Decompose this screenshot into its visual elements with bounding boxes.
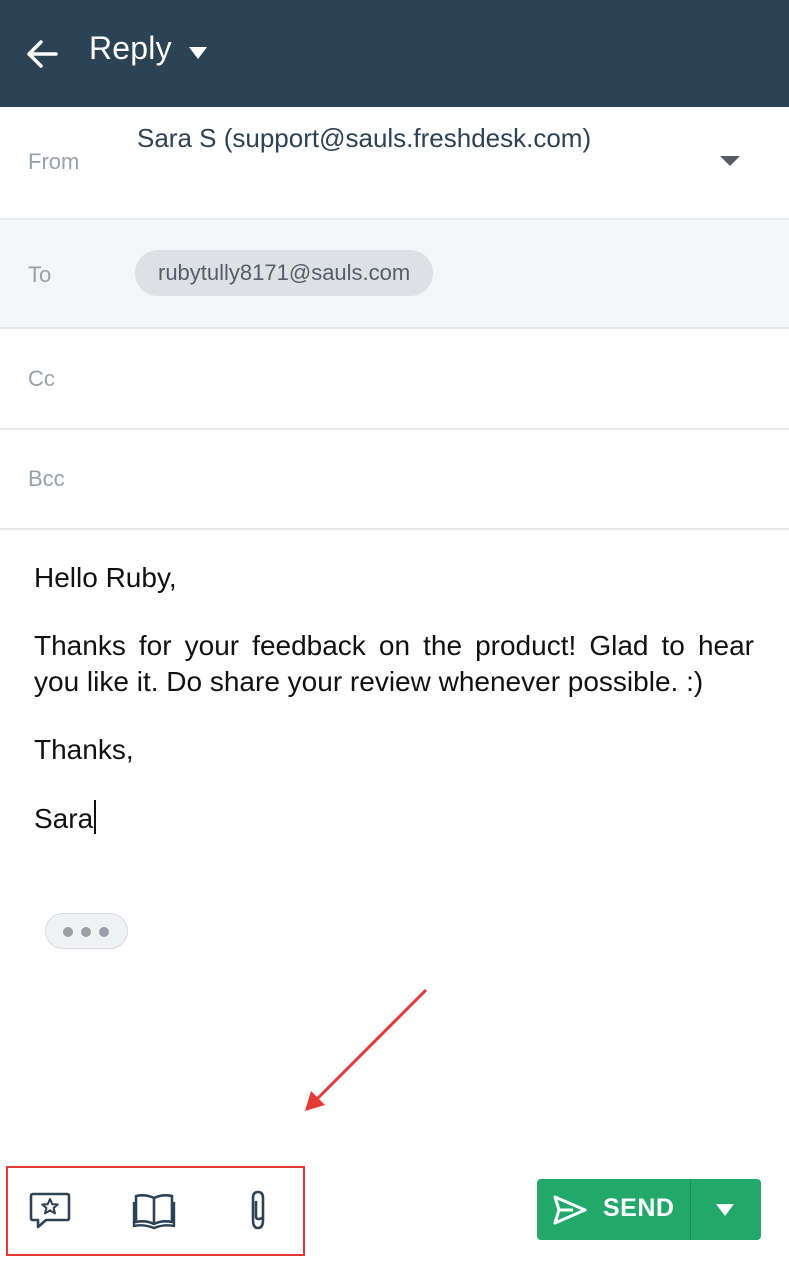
to-field[interactable]: To rubytully8171@sauls.com bbox=[0, 220, 789, 329]
app-header: Reply bbox=[0, 0, 789, 107]
show-quoted-text-button[interactable] bbox=[45, 913, 128, 949]
closing-text: Thanks, bbox=[34, 734, 134, 765]
send-divider bbox=[690, 1179, 691, 1240]
dot-icon bbox=[81, 927, 91, 937]
reply-type-title[interactable]: Reply bbox=[89, 30, 172, 67]
send-options-chevron-icon[interactable] bbox=[715, 1203, 735, 1217]
from-value[interactable]: Sara S (support@sauls.freshdesk.com) bbox=[137, 123, 591, 154]
bcc-field[interactable]: Bcc bbox=[0, 430, 789, 530]
canned-response-icon[interactable] bbox=[28, 1188, 72, 1232]
recipient-chip[interactable]: rubytully8171@sauls.com bbox=[135, 250, 434, 296]
dot-icon bbox=[99, 927, 109, 937]
knowledge-base-icon[interactable] bbox=[132, 1188, 176, 1232]
to-label: To bbox=[28, 262, 52, 287]
back-arrow-icon[interactable] bbox=[22, 34, 62, 74]
from-field[interactable]: From Sara S (support@sauls.freshdesk.com… bbox=[0, 107, 789, 220]
from-dropdown-icon[interactable] bbox=[719, 154, 741, 168]
chevron-down-icon[interactable] bbox=[188, 46, 208, 60]
attachment-icon[interactable] bbox=[236, 1186, 280, 1234]
send-label: SEND bbox=[603, 1194, 675, 1222]
send-button[interactable]: SEND bbox=[537, 1179, 761, 1240]
send-icon bbox=[553, 1195, 587, 1225]
message-text: Thanks for your feedback on the product!… bbox=[34, 630, 754, 697]
dot-icon bbox=[63, 927, 73, 937]
text-cursor bbox=[94, 800, 97, 834]
signature-text: Sara bbox=[34, 803, 94, 834]
annotation-arrow bbox=[305, 988, 428, 1111]
greeting-text: Hello Ruby, bbox=[34, 562, 177, 593]
cc-field[interactable]: Cc bbox=[0, 329, 789, 430]
from-label: From bbox=[28, 149, 80, 174]
bcc-label: Bcc bbox=[28, 466, 65, 491]
message-editor[interactable]: Hello Ruby, Thanks for your feedback on … bbox=[34, 560, 754, 837]
cc-label: Cc bbox=[28, 366, 55, 391]
